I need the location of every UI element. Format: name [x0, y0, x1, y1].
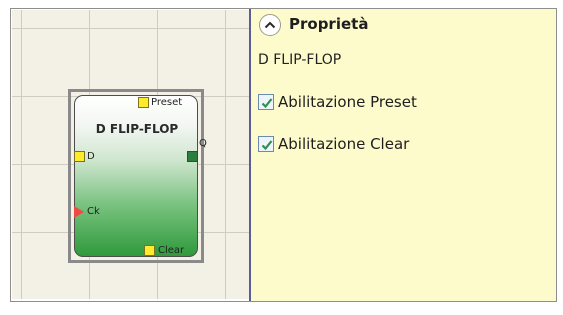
- clock-pin-triangle-icon[interactable]: [74, 206, 84, 218]
- properties-panel: Proprietà D FLIP-FLOP Abilitazione Prese…: [251, 9, 556, 301]
- ck-pin-label: Ck: [87, 206, 100, 217]
- block-title: D FLIP-FLOP: [95, 122, 179, 136]
- diagram-canvas[interactable]: Preset D FLIP-FLOP D Q Ck Clear: [12, 10, 249, 299]
- clear-pin[interactable]: [144, 245, 155, 256]
- preset-pin[interactable]: [138, 97, 149, 108]
- q-pin-label: Q: [199, 138, 207, 149]
- checkmark-icon: [261, 140, 273, 151]
- d-pin-label: D: [87, 151, 95, 162]
- checkmark-icon: [261, 98, 273, 109]
- clear-enable-label: Abilitazione Clear: [278, 135, 410, 153]
- panel-title: Proprietà: [289, 15, 369, 33]
- preset-pin-label: Preset: [151, 97, 183, 108]
- d-pin[interactable]: [74, 151, 85, 162]
- clear-pin-label: Clear: [158, 245, 185, 256]
- window-frame: Preset D FLIP-FLOP D Q Ck Clear Propriet…: [10, 8, 557, 302]
- d-flip-flop-block[interactable]: Preset D FLIP-FLOP D Q Ck Clear: [74, 95, 207, 257]
- chevron-up-icon[interactable]: [259, 14, 281, 36]
- component-name: D FLIP-FLOP: [258, 52, 342, 68]
- preset-enable-label: Abilitazione Preset: [278, 93, 417, 111]
- q-pin[interactable]: [187, 151, 198, 162]
- clear-enable-checkbox[interactable]: [258, 136, 274, 152]
- preset-enable-checkbox[interactable]: [258, 94, 274, 110]
